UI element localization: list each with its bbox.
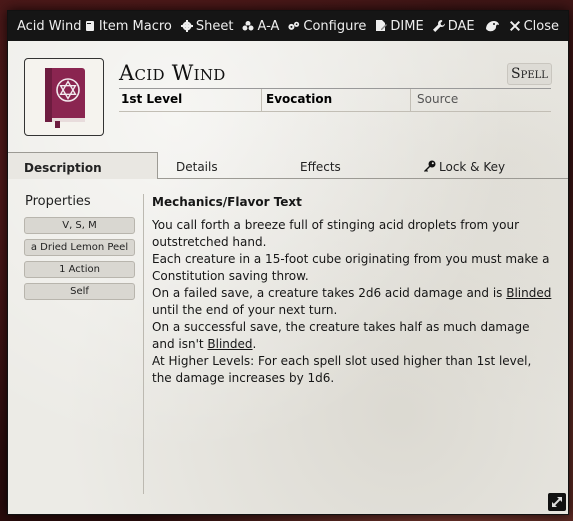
source-field[interactable]: Source xyxy=(411,89,551,112)
tab-effects-label: Effects xyxy=(300,160,341,174)
resize-handle[interactable] xyxy=(548,493,566,511)
a-a-label: A-A xyxy=(257,18,280,34)
dae-button[interactable]: DAE xyxy=(432,18,475,34)
tab-details-label: Details xyxy=(176,160,218,174)
item-summary-row: 1st Level Evocation Source xyxy=(119,89,551,112)
item-type-badge: Spell xyxy=(507,63,552,85)
description-paragraph: On a successful save, the creature takes… xyxy=(152,319,552,353)
tab-details[interactable]: Details xyxy=(176,152,218,178)
description-paragraph: On a failed save, a creature takes 2d6 a… xyxy=(152,285,552,319)
description-paragraph: At Higher Levels: For each spell slot us… xyxy=(152,354,532,385)
item-macro-button[interactable]: Item Macro xyxy=(84,19,172,34)
item-sheet-window: Acid Wind Item Macro Sheet A-A Configure… xyxy=(7,10,569,515)
item-macro-label: Item Macro xyxy=(98,18,172,34)
text-span: On a failed save, a creature takes 2d6 a… xyxy=(152,286,507,300)
dae-label: DAE xyxy=(447,18,475,34)
scroll-icon xyxy=(85,21,94,31)
property-material: a Dried Lemon Peel xyxy=(24,239,135,256)
item-portrait[interactable] xyxy=(24,58,104,136)
dragon-icon xyxy=(485,21,499,32)
tab-description[interactable]: Description xyxy=(8,152,158,179)
description-paragraph: You call forth a breeze full of stinging… xyxy=(152,218,520,249)
properties-sidebar: Properties V, S, M a Dried Lemon Peel 1 … xyxy=(24,194,135,305)
text-span: until the end of your next turn. xyxy=(152,303,338,317)
dime-button[interactable]: DIME xyxy=(375,18,424,34)
content-divider xyxy=(143,194,144,494)
property-activation: 1 Action xyxy=(24,261,135,278)
a-a-button[interactable]: A-A xyxy=(242,19,279,34)
configure-label: Configure xyxy=(303,18,367,34)
tab-description-label: Description xyxy=(24,161,102,175)
close-icon xyxy=(509,21,520,31)
configure-button[interactable]: Configure xyxy=(288,19,366,34)
description-heading: Mechanics/Flavor Text xyxy=(152,195,302,209)
description-editor[interactable]: Mechanics/Flavor Text You call forth a b… xyxy=(152,194,552,387)
property-components: V, S, M xyxy=(24,217,135,234)
wrench-icon xyxy=(432,20,445,32)
tab-lock-and-key-label: Lock & Key xyxy=(439,160,506,174)
tab-lock-and-key[interactable]: Lock & Key xyxy=(424,152,505,178)
sheet-label: Sheet xyxy=(195,18,234,34)
close-button[interactable]: Close xyxy=(509,19,559,34)
close-label: Close xyxy=(523,18,559,34)
cogs-icon xyxy=(288,21,300,30)
blinded-condition-link[interactable]: Blinded xyxy=(506,286,551,300)
tab-effects[interactable]: Effects xyxy=(300,152,341,178)
blinded-condition-link[interactable]: Blinded xyxy=(207,337,252,351)
property-target: Self xyxy=(24,283,135,300)
biohazard-icon xyxy=(242,21,254,31)
description-paragraph: Each creature in a 15-foot cube originat… xyxy=(152,252,550,283)
spellbook-icon xyxy=(45,68,85,128)
window-title: Acid Wind xyxy=(17,18,82,34)
text-span: . xyxy=(252,337,257,351)
spell-school: Evocation xyxy=(262,89,411,112)
key-icon xyxy=(424,160,436,172)
sheet-tabs: Description Details Effects Lock & Key xyxy=(8,152,568,179)
sheet-button[interactable]: Sheet xyxy=(180,18,234,34)
properties-heading: Properties xyxy=(25,194,91,209)
expand-arrows-icon xyxy=(552,497,562,507)
spell-level: 1st Level xyxy=(119,89,262,112)
file-pen-icon xyxy=(376,20,388,31)
gear-icon xyxy=(180,20,193,32)
item-name[interactable]: Acid Wind xyxy=(119,61,226,85)
dragon-button[interactable] xyxy=(484,19,500,33)
dime-label: DIME xyxy=(390,18,424,34)
window-header[interactable]: Acid Wind Item Macro Sheet A-A Configure… xyxy=(8,11,568,41)
